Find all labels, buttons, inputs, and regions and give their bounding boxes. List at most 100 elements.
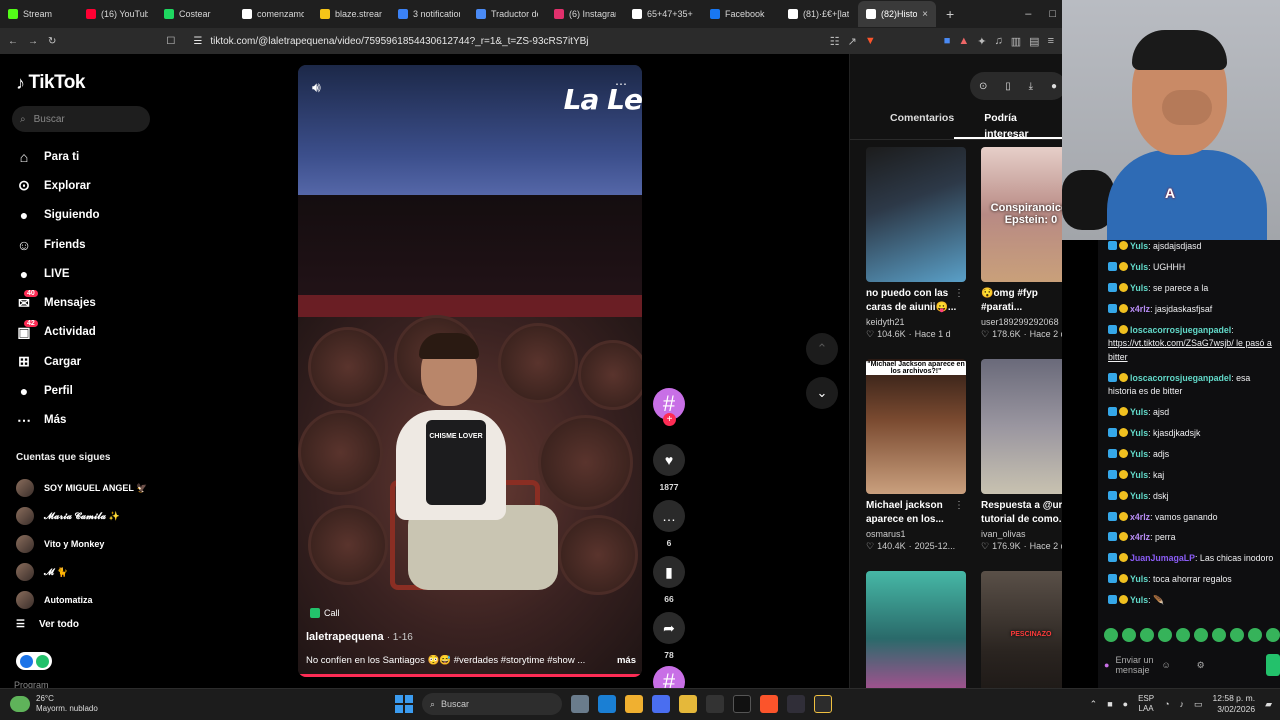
volume-icon[interactable]: 🔊︎	[312, 79, 321, 96]
sidebar-item-following-avatar[interactable]: ● Siguiendo	[16, 201, 100, 230]
folder-icon[interactable]	[679, 695, 697, 713]
language-indicator[interactable]: ESP LAA	[1138, 694, 1154, 714]
emote-icon[interactable]	[1194, 628, 1208, 642]
card-author[interactable]: keidyth21	[866, 317, 966, 327]
chat-username[interactable]: loscacorrosjueganpadel	[1130, 373, 1231, 383]
forward-icon[interactable]: →	[28, 36, 38, 47]
chat-username[interactable]: Yuls	[1130, 574, 1148, 584]
more-button[interactable]: más	[617, 655, 636, 666]
video-thumbnail[interactable]	[866, 147, 966, 282]
tab-may-interest[interactable]: Podría interesar	[954, 110, 1062, 140]
chat-username[interactable]: Yuls	[1130, 428, 1148, 438]
brave-icon[interactable]	[760, 695, 778, 713]
ext-icon-2[interactable]: ▲	[958, 35, 969, 48]
suggested-video-card[interactable]: "Michael Jackson aparece en los archivos…	[866, 359, 966, 571]
creator-avatar[interactable]: # +	[653, 388, 685, 426]
app-icon[interactable]	[814, 695, 832, 713]
share-icon[interactable]: ↗	[848, 35, 857, 48]
video-thumbnail[interactable]: "Michael Jackson aparece en los archivos…	[866, 359, 966, 494]
browser-tab[interactable]: Stream	[0, 1, 78, 27]
url-field[interactable]: ☰ tiktok.com/@laletrapequena/video/75959…	[185, 31, 819, 51]
follow-plus-icon[interactable]: +	[663, 413, 676, 426]
back-icon[interactable]: ←	[8, 36, 18, 47]
chat-input[interactable]: ● Enviar un mensaje ☺ ⚙	[1104, 650, 1280, 680]
chat-username[interactable]: Yuls	[1130, 262, 1148, 272]
chat-username[interactable]: Yuls	[1130, 407, 1148, 417]
browser-tab[interactable]: (16) YouTube	[78, 1, 156, 27]
settings-icon[interactable]: ⚙	[1197, 660, 1205, 671]
chat-username[interactable]: Yuls	[1130, 491, 1148, 501]
sidebar-item-messages[interactable]: ✉ 40 Mensajes	[16, 288, 100, 317]
sidebar-item-upload[interactable]: ⊞ Cargar	[16, 347, 100, 376]
close-tab-icon[interactable]: ×	[922, 9, 928, 20]
obs-icon[interactable]	[787, 695, 805, 713]
volume-icon[interactable]: ♪	[1180, 699, 1185, 709]
brave-shield-icon[interactable]: ▼	[865, 35, 876, 48]
following-account[interactable]: Vito y Monkey	[16, 530, 147, 558]
notification-bell-icon[interactable]: ▰	[1265, 699, 1272, 710]
sidebar-item-more[interactable]: ⋯ Más	[16, 406, 100, 435]
video-thumbnail[interactable]: PESCINAZO	[981, 571, 1062, 688]
site-info-icon[interactable]: ☰	[193, 36, 202, 47]
media-icon[interactable]: ♫	[995, 35, 1003, 48]
phone-icon[interactable]: ▯	[1005, 81, 1011, 92]
card-more-icon[interactable]: ⋮	[954, 288, 964, 299]
emote-icon[interactable]	[1212, 628, 1226, 642]
card-more-icon[interactable]: ⋮	[954, 500, 964, 511]
suggested-video-card[interactable]: Respuesta a @uri tutorial de como... ivan…	[981, 359, 1062, 571]
browser-tab[interactable]: (82)Histo ×	[858, 1, 936, 27]
browser-tab[interactable]: 65+47+35+	[624, 1, 702, 27]
emote-icon[interactable]	[1248, 628, 1262, 642]
start-button[interactable]	[395, 695, 413, 713]
video-thumbnail[interactable]	[981, 359, 1062, 494]
weather-widget[interactable]: 26°C Mayorm. nublado	[10, 694, 98, 714]
browser-tab[interactable]: (81)·£€+[lat	[780, 1, 858, 27]
emote-icon[interactable]	[1230, 628, 1244, 642]
task-view-icon[interactable]	[571, 695, 589, 713]
tray-app-icon[interactable]: ■	[1107, 699, 1112, 709]
reload-icon[interactable]: ↻	[48, 36, 56, 47]
chat-username[interactable]: loscacorrosjueganpadel	[1130, 325, 1231, 335]
send-button[interactable]	[1266, 654, 1280, 676]
video-author[interactable]: laletrapequena · 1-16	[306, 631, 413, 643]
new-tab-button[interactable]: +	[936, 6, 964, 22]
ext-icon-1[interactable]: ■	[944, 35, 951, 48]
next-video-button[interactable]: ⌄	[806, 377, 838, 409]
download-icon[interactable]: ⤓	[1029, 81, 1033, 92]
emote-icon[interactable]	[1158, 628, 1172, 642]
edge-icon[interactable]	[598, 695, 616, 713]
suggested-video-card[interactable]: no puedo con las caras de aiunii😛... keid…	[866, 147, 966, 359]
browser-tab[interactable]: Costear	[156, 1, 234, 27]
browser-tab[interactable]: Facebook	[702, 1, 780, 27]
tiktok-logo[interactable]: ♪ TikTok	[16, 72, 85, 94]
terminal-icon[interactable]	[706, 695, 724, 713]
emote-icon[interactable]	[1104, 628, 1118, 642]
suggested-video-card[interactable]	[866, 571, 966, 688]
user-avatar[interactable]: ●	[1051, 81, 1057, 92]
video-thumbnail[interactable]	[866, 571, 966, 688]
taskbar-search[interactable]: ⌕ Buscar	[422, 693, 562, 715]
sidebar-item-activity[interactable]: ▣ 42 Actividad	[16, 318, 100, 347]
puzzle-icon[interactable]: ✦	[977, 35, 986, 48]
minimize-icon[interactable]: –	[1025, 8, 1031, 20]
emoji-icon[interactable]: ☺	[1161, 660, 1170, 670]
suggested-video-card[interactable]: Conspiranoico: Epstein: 0 😯omg #fyp #para…	[981, 147, 1062, 359]
card-author[interactable]: osmarus1	[866, 529, 966, 539]
card-author[interactable]: ivan_olivas	[981, 529, 1062, 539]
browser-tab[interactable]: blaze.stream	[312, 1, 390, 27]
chat-username[interactable]: Yuls	[1130, 470, 1148, 480]
sidebar-item-compass[interactable]: ⊙ Explorar	[16, 171, 100, 200]
browser-tab[interactable]: Traductor de	[468, 1, 546, 27]
following-account[interactable]: 𝓜𝓪𝓻𝓲𝓪 𝓒𝓪𝓶𝓲𝓵𝓪 ✨	[16, 502, 147, 530]
search-input[interactable]: ⌕ Buscar	[12, 106, 150, 132]
emote-icon[interactable]	[1140, 628, 1154, 642]
video-progress-bar[interactable]	[298, 674, 642, 677]
following-account[interactable]: SOY MIGUEL ANGEL 🦅	[16, 474, 147, 502]
chrome-icon[interactable]	[625, 695, 643, 713]
browser-tab[interactable]: (6) Instagram	[546, 1, 624, 27]
browser-tab[interactable]: 3 notification	[390, 1, 468, 27]
clock[interactable]: 12:58 p. m. 3/02/2026	[1213, 693, 1256, 715]
save-button[interactable]: ▮	[653, 556, 685, 588]
sidebar-item-profile[interactable]: ● Perfil	[16, 376, 100, 405]
chat-username[interactable]: Yuls	[1130, 283, 1148, 293]
